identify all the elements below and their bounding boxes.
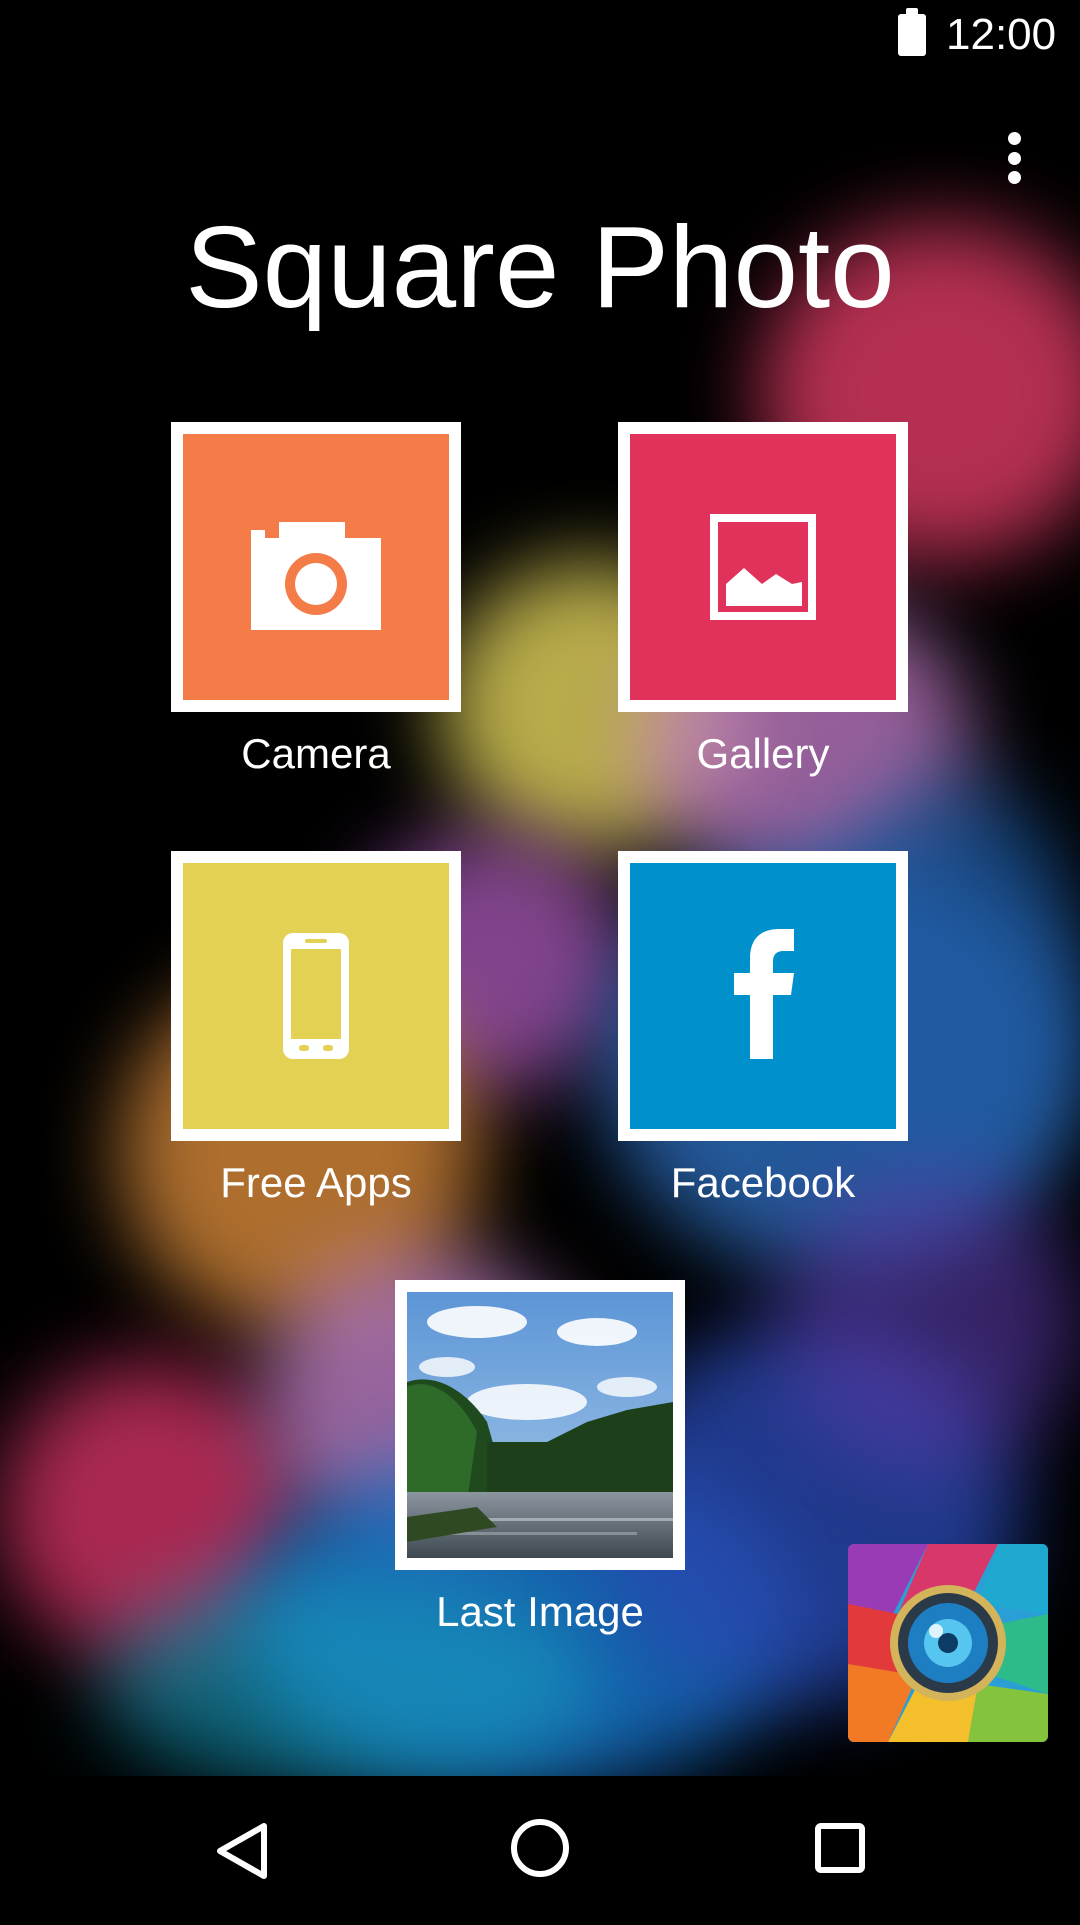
- gallery-button[interactable]: [618, 422, 908, 712]
- home-circle-icon: [511, 1819, 569, 1877]
- free-apps-label: Free Apps: [220, 1159, 412, 1206]
- camera-tile-face: [183, 434, 449, 700]
- back-triangle-icon: [217, 1823, 267, 1879]
- camera-lens-logo-graphic: [848, 1544, 1048, 1742]
- battery-full-icon: [898, 8, 926, 56]
- camera-label: Camera: [241, 730, 391, 777]
- menu-dot: [1007, 132, 1021, 145]
- last-image-tile-face: [407, 1292, 673, 1558]
- menu-dot: [1007, 151, 1021, 165]
- camera-button[interactable]: [171, 422, 461, 712]
- recents-button[interactable]: [760, 1776, 920, 1920]
- free-apps-tile-face: [183, 863, 449, 1129]
- home-button[interactable]: [460, 1776, 620, 1920]
- facebook-icon: [734, 929, 794, 1059]
- app-title: Square Photo: [185, 202, 895, 332]
- camera-icon: [251, 522, 381, 630]
- gallery-tile-face: [630, 434, 896, 700]
- camera-lens-logo[interactable]: [848, 1544, 1048, 1742]
- gallery-label: Gallery: [696, 730, 830, 777]
- last-image-label: Last Image: [436, 1588, 644, 1635]
- status-clock: 12:00: [946, 10, 1057, 59]
- menu-dot: [1007, 171, 1021, 184]
- free-apps-tile-group: Free Apps: [171, 851, 461, 1207]
- facebook-tile-group: Facebook: [618, 851, 908, 1207]
- last-image-tile-group: Last Image: [395, 1280, 685, 1636]
- image-icon: [710, 514, 816, 620]
- camera-tile-group: Camera: [171, 422, 461, 778]
- recents-square-icon: [815, 1823, 865, 1873]
- last-image-button[interactable]: [395, 1280, 685, 1570]
- status-bar: 12:00: [0, 0, 1080, 72]
- facebook-label: Facebook: [670, 1159, 856, 1206]
- back-button[interactable]: [160, 1776, 320, 1920]
- facebook-tile-face: [630, 863, 896, 1129]
- more-vertical-icon[interactable]: [990, 126, 1038, 190]
- facebook-button[interactable]: [618, 851, 908, 1141]
- landscape-photo-thumbnail: [407, 1292, 673, 1558]
- smartphone-icon: [283, 933, 349, 1059]
- gallery-tile-group: Gallery: [618, 422, 908, 778]
- free-apps-button[interactable]: [171, 851, 461, 1141]
- navigation-bar: [0, 1776, 1080, 1920]
